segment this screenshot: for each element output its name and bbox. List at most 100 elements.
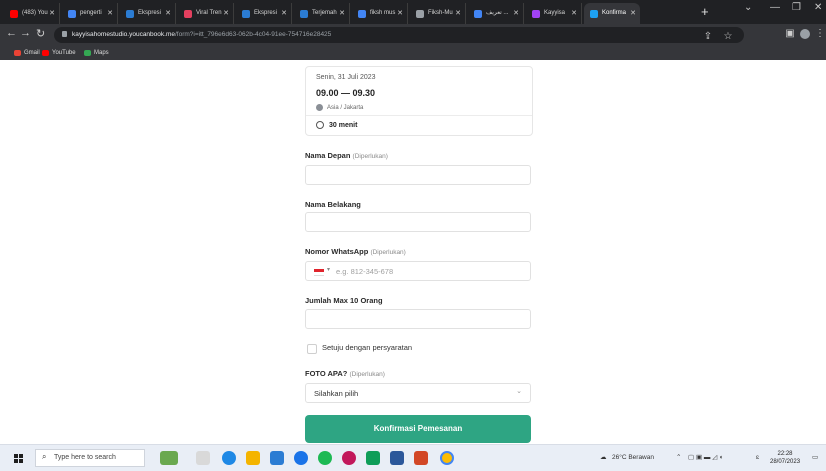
booking-time: 09.00 — 09.30 [316,88,376,98]
taskbar-clock[interactable]: 22:28 28/07/2023 [770,450,800,466]
close-window-icon[interactable]: ✕ [814,2,822,13]
bookmark-item[interactable]: Maps [84,46,109,60]
weather-icon[interactable]: ☁ [600,445,607,471]
bookmark-label: YouTube [52,50,76,56]
photo-type-label: FOTO APA? (Diperlukan) [305,369,385,378]
browser-tab[interactable]: (483) You ✕ [4,3,60,24]
first-name-input[interactable] [305,165,531,185]
windows-start-icon[interactable] [14,454,23,463]
browser-tab[interactable]: Kayyisa ✕ [526,3,582,24]
menu-icon[interactable]: ⋮ [814,28,826,40]
share-icon[interactable]: ⇪ [702,31,714,43]
clock-time: 22:28 [777,451,793,457]
close-tab-icon[interactable]: ✕ [49,3,55,24]
tab-search-icon[interactable]: ⌄ [744,2,752,13]
task-view-icon[interactable] [196,451,210,465]
close-tab-icon[interactable]: ✕ [281,3,287,24]
bookmark-item[interactable]: Gmail [14,46,40,60]
chrome-icon[interactable] [440,451,454,465]
tab-title: تعريف ... [486,10,509,16]
browser-tab[interactable]: fiksh mus ✕ [352,3,408,24]
tray-icons[interactable]: ▢ ▣ ▬ ◿ ◖ [688,445,723,471]
agree-checkbox[interactable] [307,344,317,354]
weather-text[interactable]: 26°C Berawan [612,445,654,471]
clock-icon [316,121,324,129]
browser-toolbar: ← → ↻ kayyisahomestudio.youcanbook.me/fo… [0,24,826,46]
clock-date: 28/07/2023 [770,459,801,465]
close-tab-icon[interactable]: ✕ [397,3,403,24]
booking-summary-card: Senin, 31 Juli 2023 09.00 — 09.30 Asia /… [305,66,533,136]
last-name-input[interactable] [305,212,531,232]
whatsapp-input[interactable]: ▾ e.g. 812-345-678 [305,261,531,281]
new-tab-button[interactable]: + [701,4,709,19]
forward-icon[interactable]: → [20,27,31,39]
tray-chevron-icon[interactable]: ⌃ [676,445,681,471]
close-tab-icon[interactable]: ✕ [339,3,345,24]
close-tab-icon[interactable]: ✕ [165,3,171,24]
search-icon: ⌕ [42,452,47,461]
close-tab-icon[interactable]: ✕ [513,3,519,24]
extensions-icon[interactable]: ▣ [784,28,796,40]
photo-type-select[interactable]: Silahkan pilih ⌄ [305,383,531,403]
photo-type-value: Silahkan pilih [314,389,359,398]
tab-title: Fiksh-Mu [428,10,453,16]
browser-tab[interactable]: Viral Tren ✕ [178,3,234,24]
tab-title: Ekspresi [254,10,278,16]
widget-icon[interactable] [160,451,178,465]
minimize-icon[interactable]: — [770,2,780,13]
max-people-input[interactable] [305,309,531,329]
bookmark-favicon-icon [84,50,91,56]
app-icon[interactable] [414,451,428,465]
app-icon[interactable] [366,451,380,465]
profile-avatar[interactable] [800,29,810,39]
last-name-label: Nama Belakang [305,200,361,209]
booking-duration: 30 menit [316,121,357,129]
edge-icon[interactable] [222,451,236,465]
chevron-down-icon: ⌄ [516,388,522,395]
notification-icon[interactable]: ▭ [812,445,818,471]
address-bar[interactable]: kayyisahomestudio.youcanbook.me/form?i=i… [54,27,744,43]
browser-tab[interactable]: Fiksh-Mu ✕ [410,3,466,24]
file-explorer-icon[interactable] [246,451,260,465]
close-tab-icon[interactable]: ✕ [455,3,461,24]
browser-tab[interactable]: Ekspresi ✕ [120,3,176,24]
windows-taskbar: ⌕ Type here to search ☁ 26°C Berawan ⌃ ▢… [0,444,826,471]
bookmark-favicon-icon [14,50,21,56]
spotify-icon[interactable] [318,451,332,465]
word-icon[interactable] [390,451,404,465]
app-icon[interactable] [294,451,308,465]
browser-tab[interactable]: Terjemah ✕ [294,3,350,24]
close-tab-icon[interactable]: ✕ [223,3,229,24]
indonesia-flag-icon[interactable] [314,269,324,276]
browser-tab[interactable]: pengerti ✕ [62,3,118,24]
booking-date: Senin, 31 Juli 2023 [316,74,376,81]
whatsapp-label: Nomor WhatsApp (Diperlukan) [305,247,406,256]
app-icon[interactable] [342,451,356,465]
tab-favicon-icon [474,9,482,18]
back-icon[interactable]: ← [6,27,17,39]
close-tab-icon[interactable]: ✕ [107,3,113,24]
tab-favicon-icon [358,9,366,18]
close-tab-icon[interactable]: ✕ [571,3,577,24]
restore-icon[interactable]: ❐ [792,2,801,13]
close-tab-icon[interactable]: ✕ [630,3,636,24]
booking-timezone: Asia / Jakarta [316,104,363,111]
bookmark-item[interactable]: YouTube [42,46,76,60]
browser-tab[interactable]: Konfirma ✕ [584,3,640,24]
agree-label: Setuju dengan persyaratan [322,343,413,352]
taskbar-search[interactable]: ⌕ Type here to search [35,449,145,467]
chevron-down-icon[interactable]: ▾ [327,266,330,273]
reload-icon[interactable]: ↻ [36,27,45,40]
tab-title: pengerti [80,10,102,16]
store-icon[interactable] [270,451,284,465]
confirm-booking-button[interactable]: Konfirmasi Pemesanan [305,415,531,443]
tab-favicon-icon [416,9,424,18]
bookmark-label: Maps [94,50,109,56]
browser-tab[interactable]: تعريف ... ✕ [468,3,524,24]
language-indicator[interactable]: ɛ [756,445,759,471]
browser-tab[interactable]: Ekspresi ✕ [236,3,292,24]
tab-title: Terjemah [312,10,337,16]
lock-icon [62,31,67,37]
globe-icon [316,104,323,111]
bookmark-star-icon[interactable]: ☆ [722,31,734,43]
